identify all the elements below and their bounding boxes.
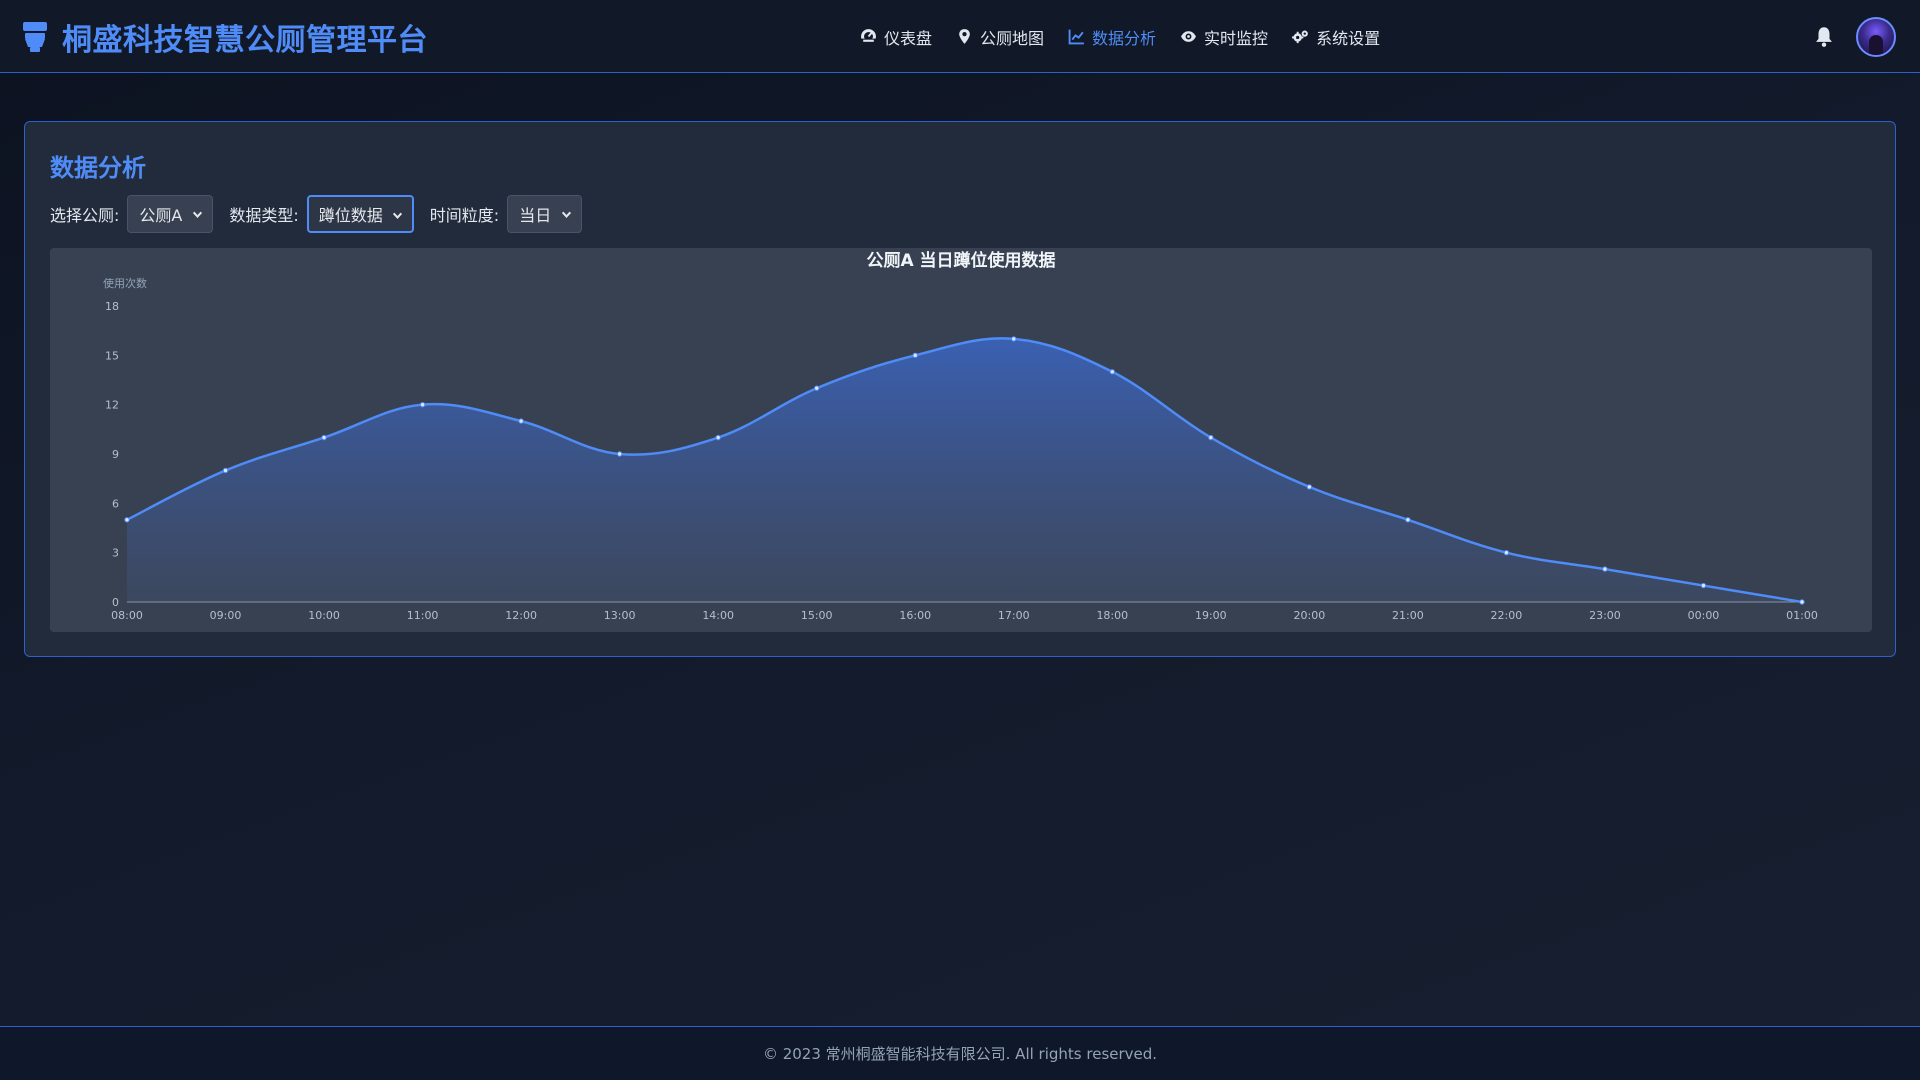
toilet-select-label: 选择公厕: — [50, 206, 120, 225]
data-point — [1011, 336, 1017, 342]
granularity-select-label: 时间粒度: — [429, 206, 500, 225]
usage-area-chart: 公厕A 当日蹲位使用数据 使用次数 0 3 6 9 12 15 18 08:00 09:00 10… — [103, 250, 1818, 622]
x-tick-label: 15:00 — [801, 609, 833, 622]
eye-icon — [1181, 31, 1196, 42]
x-tick-label: 19:00 — [1195, 609, 1227, 622]
filter-bar: 选择公厕: 公厕A 数据类型: 蹲位数据 时间粒度: 当日 — [50, 194, 598, 234]
usage-chart: 公厕A 当日蹲位使用数据 使用次数 0 3 6 9 12 15 18 08:00 09:00 10… — [50, 248, 1872, 632]
data-point — [715, 434, 721, 441]
y-tick-label: 12 — [105, 399, 119, 412]
data-point — [124, 517, 130, 523]
data-point — [1405, 517, 1411, 523]
data-type-select[interactable]: 蹲位数据 — [306, 195, 414, 233]
x-tick-label: 14:00 — [702, 609, 734, 622]
panel-title: 数据分析 — [50, 154, 146, 182]
header-actions — [1814, 0, 1896, 73]
nav-label-map: 公厕地图 — [980, 28, 1045, 48]
data-point — [1799, 599, 1805, 605]
x-tick-label: 20:00 — [1294, 609, 1326, 622]
y-tick-label: 15 — [105, 349, 119, 362]
y-tick-label: 3 — [112, 547, 119, 560]
brand-title: 桐盛科技智慧公厕管理平台 — [62, 22, 428, 58]
y-tick-label: 9 — [112, 448, 119, 461]
y-tick-label: 6 — [112, 497, 119, 510]
brand[interactable]: 桐盛科技智慧公厕管理平台 — [22, 0, 428, 73]
chevron-down-icon — [193, 211, 203, 218]
nav-label-monitor: 实时监控 — [1204, 28, 1269, 48]
data-point — [1700, 582, 1707, 589]
nav-label-settings: 系统设置 — [1316, 28, 1381, 48]
y-tick-label: 0 — [112, 596, 119, 609]
x-tick-label: 23:00 — [1589, 609, 1621, 622]
data-point — [814, 385, 820, 391]
toilet-icon — [22, 20, 50, 54]
copyright-text: © 2023 常州桐盛智能科技有限公司. All rights reserved… — [762, 1045, 1158, 1063]
x-tick-label: 10:00 — [308, 609, 340, 622]
x-tick-label: 13:00 — [604, 609, 636, 622]
x-tick-label: 12:00 — [505, 609, 537, 622]
chart-line-icon — [1068, 29, 1084, 45]
nav-label-dashboard: 仪表盘 — [884, 28, 933, 48]
x-tick-label: 21:00 — [1392, 609, 1424, 622]
x-tick-label: 08:00 — [111, 609, 143, 622]
x-tick-label: 18:00 — [1096, 609, 1128, 622]
data-point — [419, 401, 426, 408]
data-point — [1602, 566, 1608, 572]
map-pin-icon — [959, 29, 970, 44]
toilet-select[interactable]: 公厕A — [127, 195, 214, 233]
x-tick-label: 17:00 — [998, 609, 1030, 622]
gauge-icon — [860, 29, 877, 45]
nav-item-map[interactable]: 公厕地图 — [956, 25, 1044, 49]
data-point — [1208, 434, 1214, 441]
y-axis-label: 使用次数 — [103, 276, 147, 290]
y-tick-label: 18 — [105, 300, 119, 313]
chevron-down-icon — [562, 211, 572, 218]
data-point — [321, 434, 327, 441]
nav-label-analytics: 数据分析 — [1092, 28, 1157, 48]
data-point — [518, 418, 524, 424]
chart-title: 公厕A 当日蹲位使用数据 — [866, 250, 1055, 271]
nav-item-monitor[interactable]: 实时监控 — [1180, 25, 1268, 49]
x-tick-label: 22:00 — [1491, 609, 1523, 622]
analytics-panel: 数据分析 选择公厕: 公厕A 数据类型: 蹲位数据 时间粒度: 当日 公厕A 当… — [24, 121, 1896, 657]
data-type-select-label: 数据类型: — [229, 206, 299, 225]
data-type-select-value: 蹲位数据 — [318, 206, 383, 225]
bell-icon[interactable] — [1814, 26, 1834, 48]
data-point — [1109, 369, 1115, 375]
top-navbar: 桐盛科技智慧公厕管理平台 仪表盘 公厕地图 数据分析 实时监控 系统设置 — [0, 0, 1920, 73]
gears-icon — [1292, 30, 1308, 44]
data-point — [912, 352, 918, 359]
x-tick-label: 16:00 — [899, 609, 931, 622]
footer: © 2023 常州桐盛智能科技有限公司. All rights reserved… — [0, 1026, 1920, 1080]
data-point — [222, 467, 229, 474]
data-point — [1306, 484, 1313, 490]
chevron-down-icon — [392, 212, 402, 219]
toilet-select-value: 公厕A — [139, 206, 183, 225]
granularity-select[interactable]: 当日 — [507, 195, 583, 233]
nav-item-settings[interactable]: 系统设置 — [1292, 25, 1380, 49]
data-point — [616, 451, 623, 457]
x-tick-label: 11:00 — [407, 609, 439, 622]
x-tick-label: 09:00 — [210, 609, 242, 622]
x-tick-label: 01:00 — [1786, 609, 1818, 622]
nav-item-analytics[interactable]: 数据分析 — [1068, 25, 1156, 49]
x-tick-label: 00:00 — [1688, 609, 1720, 622]
main-nav: 仪表盘 公厕地图 数据分析 实时监控 系统设置 — [860, 0, 1380, 73]
data-point — [1503, 549, 1510, 556]
nav-item-dashboard[interactable]: 仪表盘 — [860, 25, 932, 49]
user-avatar[interactable] — [1856, 16, 1896, 57]
usage-area-fill — [127, 338, 1802, 602]
granularity-select-value: 当日 — [519, 206, 552, 225]
